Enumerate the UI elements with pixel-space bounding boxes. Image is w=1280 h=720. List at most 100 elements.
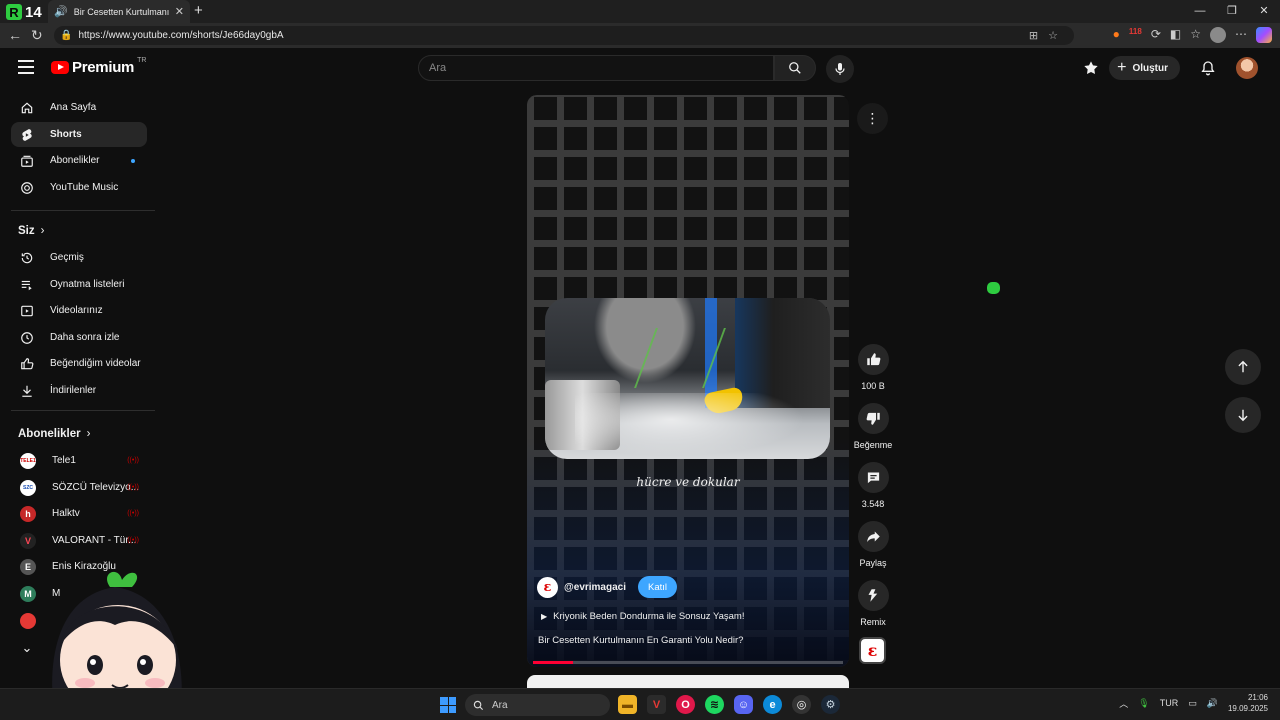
obs-icon[interactable]: ◎	[792, 695, 811, 714]
close-window-button[interactable]: ✕	[1248, 0, 1280, 23]
tab-title: Bir Cesetten Kurtulmanın En...	[73, 6, 169, 17]
sidebar-item-subscriptions[interactable]: Abonelikler	[11, 148, 147, 173]
browser-tab-active[interactable]: 🔊 Bir Cesetten Kurtulmanın En... ✕	[48, 0, 190, 23]
previous-short-button[interactable]	[1225, 349, 1261, 385]
favorite-star-icon[interactable]: ☆	[1048, 30, 1068, 42]
new-tab-button[interactable]: +	[194, 2, 203, 19]
sidebar-item-home[interactable]: Ana Sayfa	[11, 95, 147, 120]
sidebar-subscriptions-heading[interactable]: Abonelikler ›	[18, 428, 90, 440]
search-icon	[789, 62, 801, 74]
share-icon	[866, 531, 880, 543]
live-indicator-icon: ((•))	[127, 484, 139, 491]
share-button[interactable]	[857, 521, 889, 552]
network-icon[interactable]: ▭	[1188, 698, 1197, 709]
extension-counter-icon[interactable]: 118	[1129, 27, 1142, 43]
taskbar-search[interactable]: Ara	[465, 694, 610, 716]
youtube-premium-logo[interactable]: Premium TR	[51, 57, 146, 76]
lock-icon[interactable]: 🔒	[60, 30, 72, 41]
your-videos-icon	[20, 304, 34, 318]
app-view-icon[interactable]: ⊞	[1029, 30, 1048, 42]
microphone-icon	[835, 63, 845, 75]
account-avatar[interactable]	[1236, 57, 1258, 79]
comment-count: 3.548	[861, 499, 885, 509]
edge-icon[interactable]: e	[763, 695, 782, 714]
liked-icon	[20, 357, 34, 371]
remix-action[interactable]: Remix	[848, 580, 898, 627]
sparkle-ask-icon[interactable]	[1083, 60, 1099, 76]
sidebar-item-your-videos[interactable]: Videolarınız	[11, 298, 147, 323]
voice-search-button[interactable]	[826, 55, 854, 83]
create-button[interactable]: + Oluştur	[1109, 56, 1180, 80]
shorts-player[interactable]: hücre ve dokular ɛ @evrimagaci Katıl ▶ K…	[527, 95, 849, 667]
sidebar-item-label: Beğendiğim videolar	[50, 358, 141, 369]
maximize-button[interactable]: ❐	[1216, 0, 1248, 23]
back-button[interactable]: ←	[8, 27, 22, 43]
close-tab-icon[interactable]: ✕	[175, 5, 184, 18]
split-screen-icon[interactable]: ◧	[1170, 27, 1181, 43]
refresh-button[interactable]: ↻	[31, 27, 43, 44]
share-action[interactable]: Paylaş	[848, 521, 898, 568]
original-sound-thumbnail[interactable]: ɛ	[859, 637, 886, 664]
minimize-button[interactable]: —	[1184, 0, 1216, 23]
progress-bar[interactable]	[533, 661, 843, 664]
sidebar-item-shorts[interactable]: Shorts	[11, 122, 147, 147]
copilot-icon[interactable]	[1256, 27, 1272, 43]
more-options-button[interactable]: ⋮	[857, 103, 888, 134]
search-box[interactable]	[418, 55, 774, 81]
sidebar-item-liked-videos[interactable]: Beğendiğim videolar	[11, 351, 147, 376]
playlist-link[interactable]: ▶ Kriyonik Beden Dondurma ile Sonsuz Yaş…	[541, 611, 745, 622]
like-button[interactable]	[857, 344, 889, 375]
volume-icon[interactable]: 🔊	[1207, 698, 1218, 709]
sidebar-channel-tele1[interactable]: TELE1 Tele1 ((•))	[11, 448, 147, 473]
more-menu-icon[interactable]: ⋯	[1235, 27, 1247, 43]
menu-icon[interactable]	[18, 60, 34, 74]
sidebar-channel-sozcu[interactable]: SZC SÖZCÜ Televizyo... ((•))	[11, 475, 147, 500]
input-language[interactable]: TUR	[1160, 698, 1179, 708]
steam-icon[interactable]: ⚙	[821, 695, 840, 714]
channel-logo[interactable]: ɛ	[537, 576, 558, 598]
dislike-action[interactable]: Beğenme	[848, 403, 898, 450]
file-explorer-icon[interactable]: ▬	[618, 695, 637, 714]
like-action[interactable]: 100 B	[848, 344, 898, 391]
comments-button[interactable]	[857, 462, 889, 493]
start-button[interactable]	[440, 697, 456, 713]
url-field[interactable]: 🔒 https://www.youtube.com/shorts/Je66day…	[54, 26, 1074, 45]
microphone-tray-icon[interactable]: 🎙	[1138, 698, 1149, 709]
comments-action[interactable]: 3.548	[848, 462, 898, 509]
sidebar-item-downloads[interactable]: İndirilenler	[11, 378, 147, 403]
channel-label: Tele1	[52, 455, 76, 466]
join-button[interactable]: Katıl	[638, 576, 678, 598]
speaker-icon[interactable]: 🔊	[54, 5, 68, 18]
system-tray: ︿ 🎙 TUR ▭ 🔊 21:06 19.09.2025	[1119, 692, 1268, 714]
dislike-button[interactable]	[857, 403, 889, 434]
sidebar-you-heading[interactable]: Siz ›	[18, 225, 44, 237]
sidebar-divider	[11, 410, 155, 411]
opera-icon[interactable]: O	[676, 695, 695, 714]
subs-heading-label: Abonelikler	[18, 428, 81, 440]
sidebar-item-label: Daha sonra izle	[50, 332, 120, 343]
spotify-icon[interactable]: ≋	[705, 695, 724, 714]
discord-icon[interactable]: ☺	[734, 695, 753, 714]
tray-expand-icon[interactable]: ︿	[1119, 697, 1128, 710]
notifications-bell-icon[interactable]	[1200, 60, 1216, 76]
arrow-down-icon	[1238, 409, 1248, 422]
search-input[interactable]	[429, 62, 773, 74]
watch-later-icon	[20, 331, 34, 345]
sidebar-item-watch-later[interactable]: Daha sonra izle	[11, 325, 147, 350]
taskbar-clock[interactable]: 21:06 19.09.2025	[1228, 692, 1268, 714]
search-button[interactable]	[774, 55, 816, 81]
sidebar-item-playlists[interactable]: Oynatma listeleri	[11, 272, 147, 297]
favorites-icon[interactable]: ☆	[1190, 27, 1201, 43]
extension-puzzle-icon[interactable]: ⟳	[1151, 27, 1161, 43]
remix-button[interactable]	[857, 580, 889, 611]
arrow-up-icon	[1238, 360, 1248, 373]
sidebar-item-history[interactable]: Geçmiş	[11, 245, 147, 270]
next-short-button[interactable]	[1225, 397, 1261, 433]
valorant-icon[interactable]: V	[647, 695, 666, 714]
sidebar-channel-halktv[interactable]: h Halktv ((•))	[11, 501, 147, 526]
channel-handle[interactable]: @evrimagaci	[564, 582, 626, 593]
sidebar-channel-valorant[interactable]: V VALORANT - Tür... ((•))	[11, 528, 147, 553]
sidebar-item-youtube-music[interactable]: YouTube Music	[11, 175, 147, 200]
profile-avatar[interactable]	[1210, 27, 1226, 43]
extension-orange-icon[interactable]: ●	[1113, 27, 1120, 43]
